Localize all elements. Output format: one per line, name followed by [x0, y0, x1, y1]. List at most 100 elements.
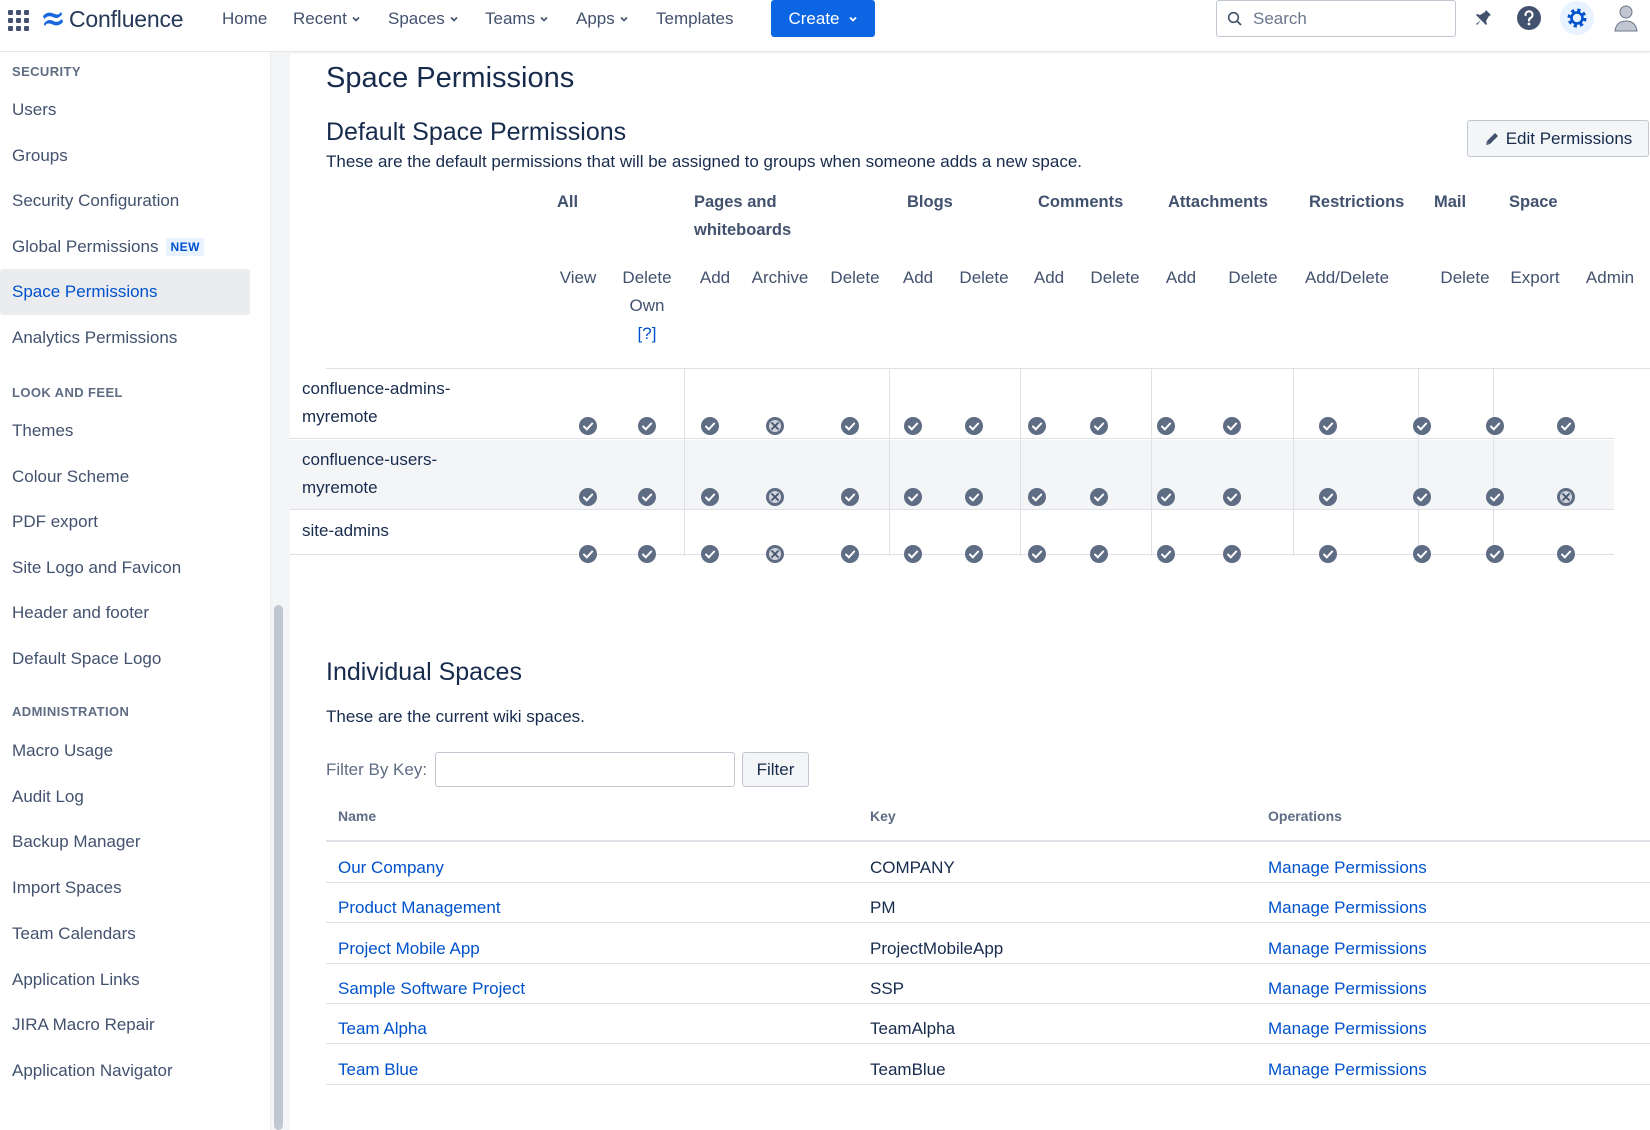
permission-granted-icon [904, 488, 922, 506]
col-space-admin: Admin [1585, 268, 1635, 287]
column-divider [684, 368, 685, 556]
permission-granted-icon [1157, 545, 1175, 563]
sidebar-item-team-calendars[interactable]: Team Calendars [0, 911, 250, 957]
permission-granted-icon [638, 488, 656, 506]
permission-granted-icon [701, 417, 719, 435]
top-navigation: Confluence Home Recent Spaces Teams Apps… [0, 0, 1650, 52]
sidebar-item-label: Security Configuration [12, 191, 180, 210]
notifications-icon[interactable] [1469, 4, 1497, 32]
sidebar-item-site-logo-and-favicon[interactable]: Site Logo and Favicon [0, 545, 250, 591]
sidebar-item-label: Application Navigator [12, 1061, 173, 1080]
help-icon[interactable] [1515, 4, 1543, 32]
category-all: All [557, 193, 579, 211]
table-row-divider [326, 1002, 1650, 1004]
sidebar-item-application-links[interactable]: Application Links [0, 957, 250, 1003]
confluence-logo-icon [42, 11, 64, 27]
manage-permissions-link[interactable]: Manage Permissions [1268, 857, 1427, 879]
col-view: View [559, 268, 597, 287]
sidebar-item-label: Macro Usage [12, 741, 114, 760]
permission-granted-icon [1319, 417, 1337, 435]
space-name-link[interactable]: Sample Software Project [338, 978, 525, 1000]
column-divider [889, 368, 890, 556]
sidebar-scrollbar[interactable] [274, 605, 283, 1130]
permission-granted-icon [1090, 417, 1108, 435]
search-field[interactable] [1216, 0, 1456, 37]
nav-recent[interactable]: Recent [293, 8, 361, 30]
filter-button[interactable]: Filter [742, 752, 809, 787]
permission-granted-icon [638, 545, 656, 563]
permission-granted-icon [579, 545, 597, 563]
sidebar-item-analytics-permissions[interactable]: Analytics Permissions [0, 315, 250, 361]
permission-granted-icon [1486, 417, 1504, 435]
permission-denied-icon [1557, 488, 1575, 506]
filter-key-input[interactable] [435, 752, 735, 787]
sidebar-item-global-permissions[interactable]: Global Permissions NEW [0, 224, 250, 270]
permission-granted-icon [1223, 417, 1241, 435]
permission-granted-icon [1223, 488, 1241, 506]
confluence-logo[interactable]: Confluence [42, 5, 184, 33]
manage-permissions-link[interactable]: Manage Permissions [1268, 938, 1427, 960]
permission-granted-icon [1486, 488, 1504, 506]
edit-permissions-button[interactable]: Edit Permissions [1467, 120, 1649, 157]
nav-spaces[interactable]: Spaces [388, 8, 459, 30]
space-key: ProjectMobileApp [870, 938, 1004, 958]
sidebar-item-label: Team Calendars [12, 924, 136, 943]
nav-home[interactable]: Home [222, 8, 267, 30]
sidebar-item-label: Space Permissions [12, 282, 158, 301]
space-name-link[interactable]: Team Alpha [338, 1018, 427, 1040]
create-button[interactable]: Create [771, 0, 875, 37]
delete-own-help-link[interactable]: [?] [615, 320, 679, 348]
app-switcher-icon[interactable] [6, 8, 30, 32]
settings-icon[interactable] [1560, 1, 1594, 35]
category-restrictions: Restrictions [1309, 193, 1405, 211]
space-key: COMPANY [870, 858, 955, 877]
sidebar-item-colour-scheme[interactable]: Colour Scheme [0, 454, 250, 500]
sidebar-item-users[interactable]: Users [0, 87, 250, 133]
chevron-down-icon [352, 16, 360, 22]
sidebar-item-macro-usage[interactable]: Macro Usage [0, 728, 250, 774]
profile-avatar-icon[interactable] [1612, 4, 1640, 32]
new-badge: NEW [166, 238, 204, 256]
nav-spaces-label: Spaces [388, 9, 445, 28]
col-restrictions-add-delete: Add/Delete [1304, 268, 1390, 287]
permission-granted-icon [904, 417, 922, 435]
permission-granted-icon [1028, 545, 1046, 563]
space-name-link[interactable]: Team Blue [338, 1059, 418, 1081]
sidebar-item-import-spaces[interactable]: Import Spaces [0, 865, 250, 911]
manage-permissions-link[interactable]: Manage Permissions [1268, 978, 1427, 1000]
space-name-link[interactable]: Project Mobile App [338, 938, 480, 960]
space-name-link[interactable]: Product Management [338, 897, 501, 919]
sidebar-item-header-and-footer[interactable]: Header and footer [0, 590, 250, 636]
col-comments-delete: Delete [1090, 268, 1140, 287]
sidebar-item-label: Backup Manager [12, 832, 141, 851]
category-space: Space [1509, 193, 1558, 211]
sidebar-item-audit-log[interactable]: Audit Log [0, 774, 250, 820]
column-divider [1293, 368, 1294, 556]
manage-permissions-link[interactable]: Manage Permissions [1268, 1018, 1427, 1040]
search-input[interactable] [1253, 8, 1443, 29]
col-space-export: Export [1510, 268, 1560, 287]
sidebar-item-themes[interactable]: Themes [0, 408, 250, 454]
nav-teams[interactable]: Teams [485, 8, 549, 30]
permission-denied-icon [766, 545, 784, 563]
sidebar-item-security-configuration[interactable]: Security Configuration [0, 178, 250, 224]
permission-granted-icon [841, 545, 859, 563]
sidebar-item-groups[interactable]: Groups [0, 133, 250, 179]
permission-granted-icon [1028, 488, 1046, 506]
sidebar-item-default-space-logo[interactable]: Default Space Logo [0, 636, 250, 682]
manage-permissions-link[interactable]: Manage Permissions [1268, 897, 1427, 919]
space-name-link[interactable]: Our Company [338, 857, 444, 879]
sidebar-item-backup-manager[interactable]: Backup Manager [0, 819, 250, 865]
permission-granted-icon [1486, 545, 1504, 563]
sidebar-item-space-permissions[interactable]: Space Permissions [0, 269, 250, 315]
app-name: Confluence [69, 5, 184, 32]
table-row-divider [326, 922, 1650, 924]
sidebar-item-application-navigator[interactable]: Application Navigator [0, 1048, 250, 1094]
sidebar-item-pdf-export[interactable]: PDF export [0, 499, 250, 545]
sidebar-item-jira-macro-repair[interactable]: JIRA Macro Repair [0, 1002, 250, 1048]
nav-apps[interactable]: Apps [576, 8, 629, 30]
nav-templates[interactable]: Templates [656, 8, 733, 30]
sidebar-item-label: JIRA Macro Repair [12, 1015, 155, 1034]
manage-permissions-link[interactable]: Manage Permissions [1268, 1059, 1427, 1081]
page-title: Space Permissions [326, 62, 575, 94]
